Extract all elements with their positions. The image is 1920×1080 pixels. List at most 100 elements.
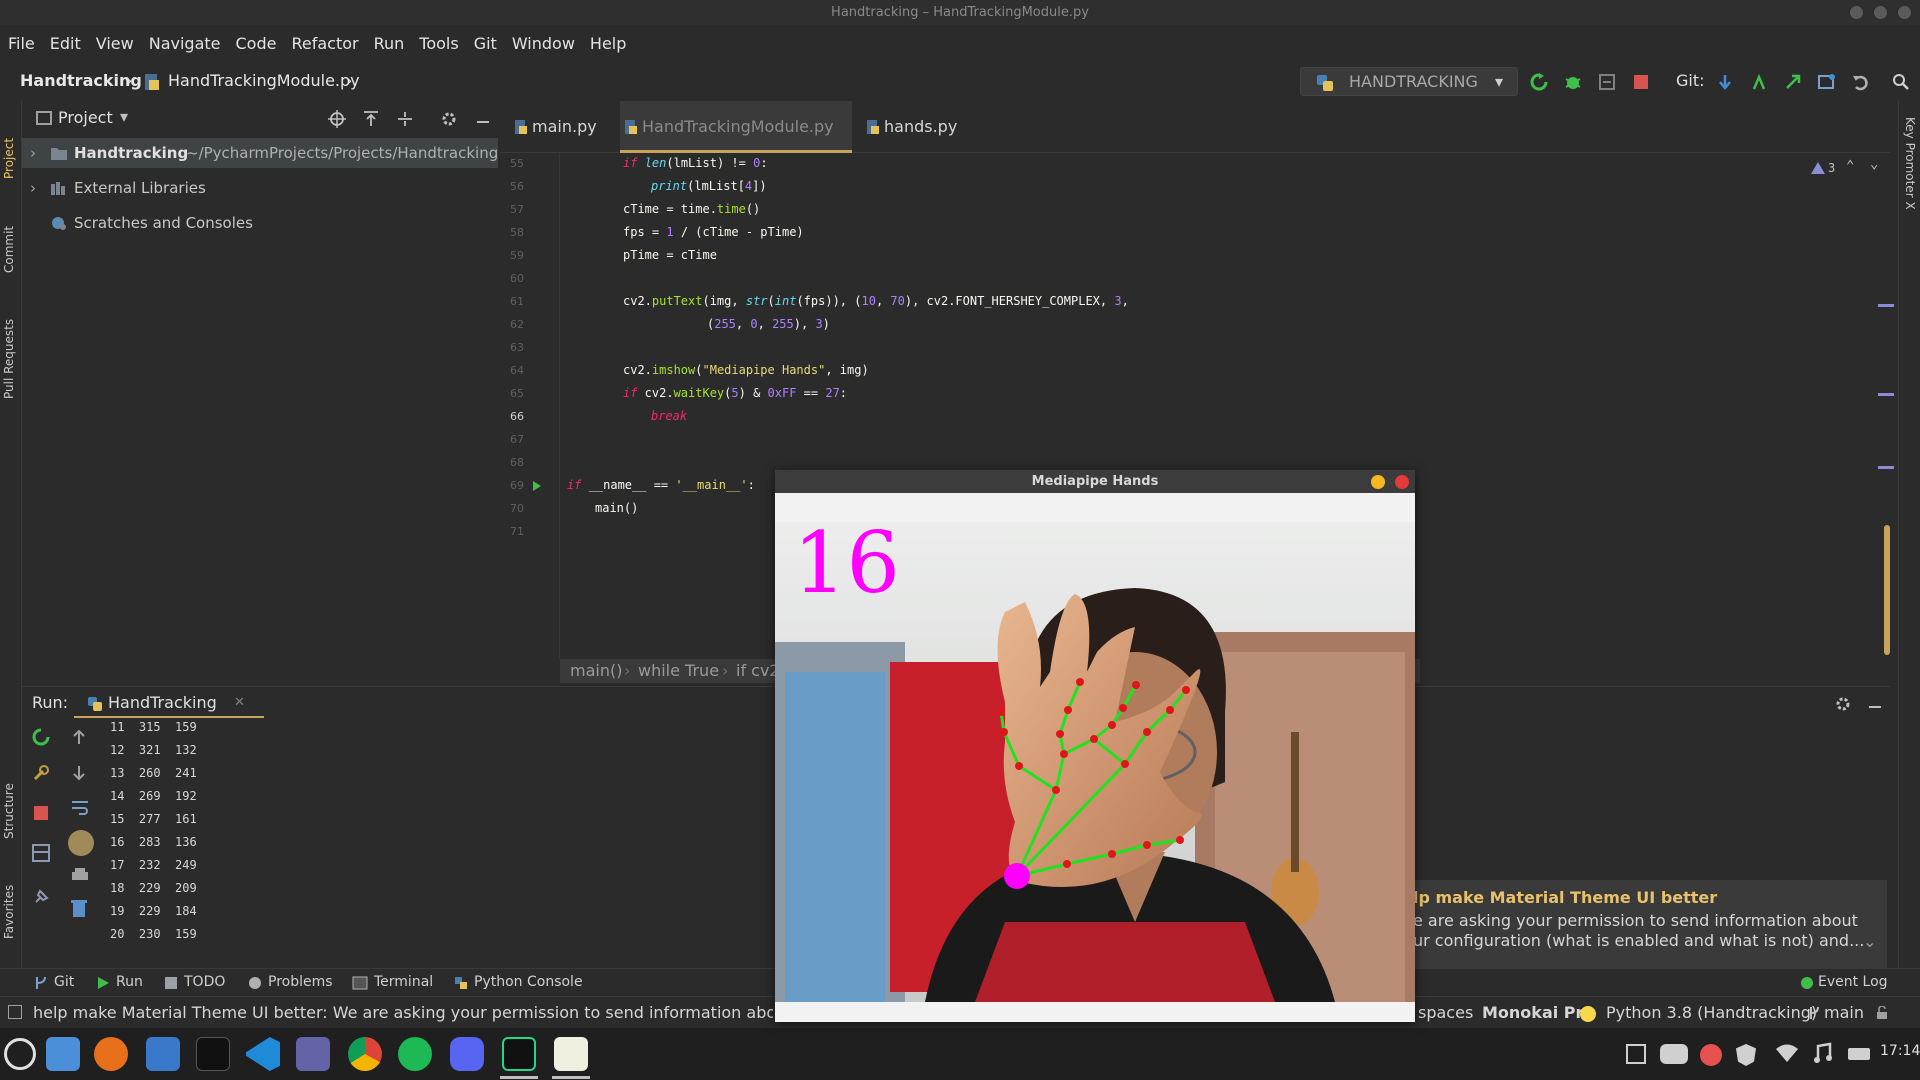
terminal-app-icon[interactable] (196, 1037, 230, 1071)
tool-button-python-console[interactable]: Python Console (474, 974, 583, 990)
breadcrumb-file[interactable]: HandTrackingModule.py (168, 71, 360, 90)
chevron-down-icon[interactable]: ⌄ (1863, 932, 1876, 951)
close-button[interactable] (1395, 475, 1409, 489)
tab-main-py[interactable]: main.py ✕ (510, 101, 616, 188)
tool-tab-favorites[interactable]: Favorites (2, 885, 16, 939)
rerun-icon[interactable] (32, 728, 50, 746)
collapse-all-icon[interactable] (396, 110, 414, 128)
error-stripe-mark[interactable] (1878, 304, 1894, 307)
run-configuration-select[interactable]: HANDTRACKING ▾ (1300, 67, 1518, 96)
vscode-icon[interactable] (246, 1037, 280, 1071)
menu-git[interactable]: Git (474, 34, 497, 53)
ubuntu-menu-icon[interactable] (4, 1038, 36, 1070)
minimize-panel-icon[interactable] (474, 110, 492, 128)
run-gutter-icon[interactable] (532, 480, 542, 492)
menu-edit[interactable]: Edit (50, 34, 81, 53)
wifi-icon[interactable] (1774, 1042, 1800, 1064)
battery-icon[interactable] (1848, 1048, 1870, 1060)
close-icon[interactable]: ✕ (234, 695, 245, 710)
finder-icon[interactable] (146, 1037, 180, 1071)
pycharm-icon[interactable] (502, 1037, 536, 1071)
files-icon[interactable] (46, 1037, 80, 1071)
stop-icon[interactable] (32, 804, 50, 822)
stop-icon[interactable] (1632, 73, 1650, 91)
spotify-icon[interactable] (398, 1037, 432, 1071)
menu-navigate[interactable]: Navigate (149, 34, 221, 53)
menu-window[interactable]: Window (512, 34, 575, 53)
chevron-right-icon[interactable]: › (30, 138, 36, 168)
coverage-icon[interactable] (1598, 73, 1616, 91)
teams-icon[interactable] (296, 1037, 330, 1071)
tree-item-handtracking[interactable]: › Handtracking ~/PycharmProjects/Project… (22, 138, 498, 168)
soft-wrap-icon[interactable] (70, 798, 90, 816)
text-editor-icon[interactable] (554, 1037, 588, 1071)
discord-icon[interactable] (450, 1037, 484, 1071)
print-icon[interactable] (70, 866, 90, 884)
git-commit-icon[interactable] (1750, 73, 1768, 91)
run-tab-handtracking[interactable]: HandTracking ✕ (74, 687, 264, 719)
project-panel-title[interactable]: Project (58, 108, 113, 127)
breadcrumb-project[interactable]: Handtracking (20, 71, 142, 90)
tray-discord-icon[interactable] (1660, 1044, 1688, 1064)
tool-tab-key-promoter[interactable]: Key Promoter X (1903, 117, 1917, 210)
layout-icon[interactable] (32, 844, 50, 862)
error-stripe-mark[interactable] (1878, 393, 1894, 396)
menu-tools[interactable]: Tools (419, 34, 458, 53)
tree-item-external-libraries[interactable]: › External Libraries (22, 173, 498, 203)
trash-icon[interactable] (70, 898, 88, 918)
arrow-up-icon[interactable] (70, 728, 88, 746)
git-update-icon[interactable] (1716, 73, 1734, 91)
chevron-up-icon[interactable]: ⌃ (1846, 158, 1854, 174)
checkbox[interactable] (8, 1005, 22, 1019)
chrome-icon[interactable] (348, 1037, 382, 1071)
git-branch[interactable]: main (1824, 1003, 1864, 1022)
git-history-icon[interactable] (1818, 73, 1836, 91)
gear-icon[interactable] (1834, 695, 1852, 713)
scrollbar-thumb[interactable] (1884, 525, 1890, 655)
firefox-icon[interactable] (94, 1037, 128, 1071)
close-button[interactable] (1898, 6, 1911, 19)
tray-shield-icon[interactable] (1626, 1044, 1646, 1064)
menu-help[interactable]: Help (590, 34, 626, 53)
music-icon[interactable] (1812, 1042, 1834, 1064)
arrow-down-icon[interactable] (70, 764, 88, 782)
chevron-down-icon[interactable]: ▾ (120, 107, 128, 126)
tool-button-git[interactable]: Git (54, 974, 74, 990)
lock-icon[interactable] (1876, 1006, 1888, 1020)
status-message[interactable]: help make Material Theme UI better: We a… (33, 1003, 773, 1022)
tool-tab-project[interactable]: Project (2, 138, 16, 179)
git-push-icon[interactable] (1784, 73, 1802, 91)
tool-button-terminal[interactable]: Terminal (374, 974, 433, 990)
chevron-right-icon[interactable]: › (30, 173, 36, 203)
tab-hands-py[interactable]: hands.py ✕ (862, 101, 972, 188)
notification-balloon[interactable]: lp make Material Theme UI better e are a… (1407, 880, 1887, 970)
mediapipe-title-bar[interactable]: Mediapipe Hands (775, 470, 1415, 493)
tab-handtrackingmodule-py[interactable]: HandTrackingModule.py ✕ (620, 101, 852, 188)
wrench-icon[interactable] (32, 764, 50, 782)
scroll-to-end-button[interactable] (68, 830, 94, 856)
interpreter[interactable]: Python 3.8 (Handtracking) (1606, 1003, 1817, 1022)
minimize-button[interactable] (1850, 6, 1863, 19)
breadcrumb-main[interactable]: main() (570, 659, 622, 683)
expand-all-icon[interactable] (362, 110, 380, 128)
debug-icon[interactable] (1564, 73, 1582, 91)
menu-run[interactable]: Run (374, 34, 405, 53)
breadcrumb-if[interactable]: if cv2 (736, 659, 780, 683)
search-icon[interactable] (1892, 73, 1910, 91)
indent-setting[interactable]: spaces (1418, 1003, 1473, 1022)
minimize-button[interactable] (1371, 475, 1385, 489)
error-stripe-mark[interactable] (1878, 466, 1894, 469)
menu-file[interactable]: File (8, 34, 35, 53)
tree-item-scratches[interactable]: Scratches and Consoles (22, 208, 498, 238)
tool-tab-pull-requests[interactable]: Pull Requests (2, 319, 16, 399)
chevron-down-icon[interactable]: ⌄ (1870, 156, 1878, 172)
mediapipe-window[interactable]: Mediapipe Hands 16 (775, 470, 1415, 1022)
tool-button-event-log[interactable]: Event Log (1818, 974, 1888, 990)
clock[interactable]: 17:14 (1880, 1043, 1920, 1059)
theme-name[interactable]: Monokai Pro (1482, 1003, 1594, 1022)
menu-refactor[interactable]: Refactor (291, 34, 358, 53)
tool-button-run[interactable]: Run (116, 974, 143, 990)
rollback-icon[interactable] (1852, 73, 1870, 91)
locate-icon[interactable] (328, 110, 346, 128)
tool-button-todo[interactable]: TODO (184, 974, 225, 990)
